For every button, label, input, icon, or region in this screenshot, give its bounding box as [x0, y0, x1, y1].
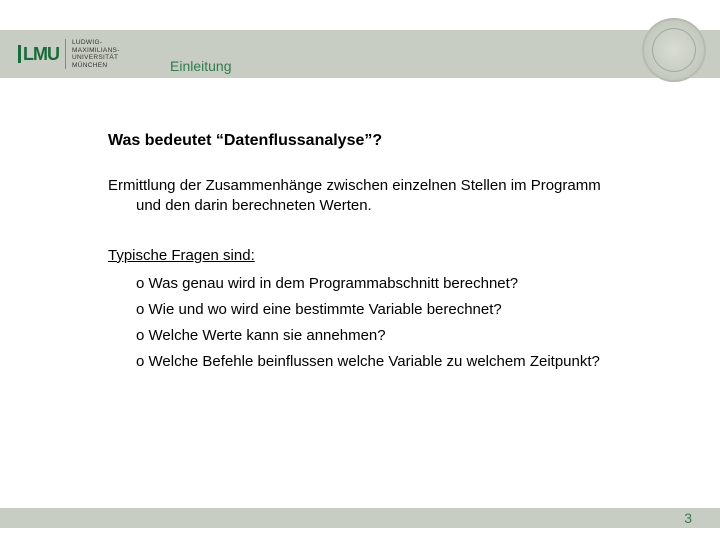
- lmu-mark-icon: LMU: [18, 44, 59, 65]
- lmu-logo: LMU LUDWIG- MAXIMILIANS- UNIVERSITÄT MÜN…: [18, 30, 158, 78]
- list-item: Wie und wo wird eine bestimmte Variable …: [136, 300, 680, 320]
- lmu-mark-text: LMU: [23, 44, 59, 65]
- lmu-logo-text: LUDWIG- MAXIMILIANS- UNIVERSITÄT MÜNCHEN: [65, 39, 120, 69]
- slide-content: Was bedeutet “Datenflussanalyse”? Ermitt…: [108, 132, 680, 379]
- list-item: Was genau wird in dem Programmabschnitt …: [136, 274, 680, 294]
- question-list: Was genau wird in dem Programmabschnitt …: [108, 274, 680, 373]
- paragraph-line: Ermittlung der Zusammenhänge zwischen ei…: [108, 177, 601, 194]
- subheading: Typische Fragen sind:: [108, 247, 680, 264]
- page-number: 3: [684, 510, 692, 526]
- slide-heading: Was bedeutet “Datenflussanalyse”?: [108, 132, 680, 150]
- logo-line: UNIVERSITÄT: [72, 54, 120, 62]
- logo-line: LUDWIG-: [72, 39, 120, 47]
- paragraph-line: und den darin berechneten Werten.: [108, 196, 680, 216]
- footer-band: [0, 508, 720, 528]
- logo-line: MÜNCHEN: [72, 62, 120, 70]
- list-item: Welche Befehle beinflussen welche Variab…: [136, 352, 680, 372]
- logo-line: MAXIMILIANS-: [72, 47, 120, 55]
- seal-inner-circle: [652, 28, 696, 72]
- list-item: Welche Werte kann sie annehmen?: [136, 326, 680, 346]
- university-seal-icon: [642, 18, 706, 82]
- section-title: Einleitung: [170, 58, 232, 74]
- definition-paragraph: Ermittlung der Zusammenhänge zwischen ei…: [108, 176, 680, 217]
